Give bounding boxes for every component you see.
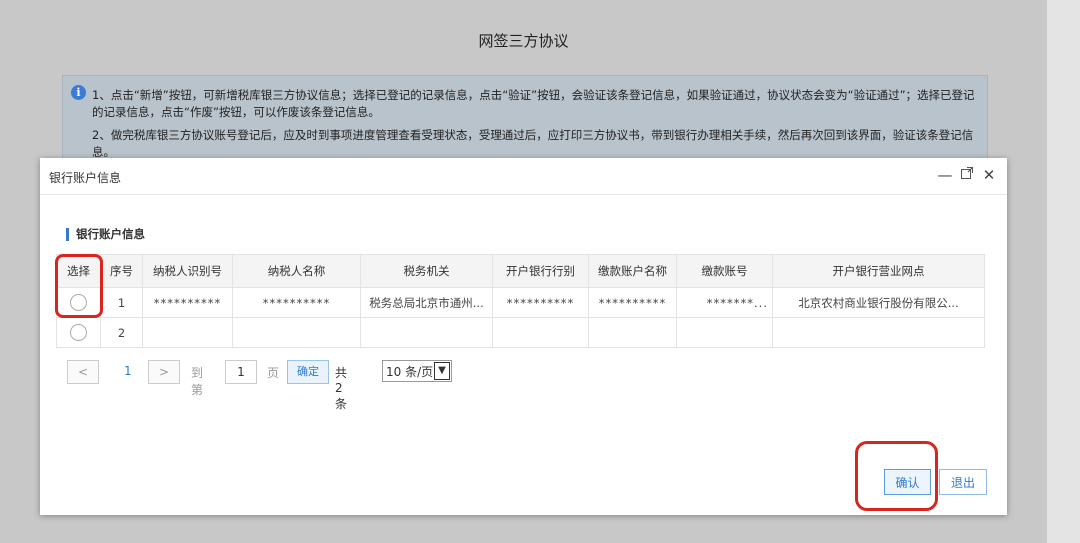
exit-button[interactable]: 退出	[939, 469, 987, 495]
close-icon[interactable]: ✕	[980, 166, 998, 184]
notice-line-1: 1、点击“新增”按钮，可新增税库银三方协议信息；选择已登记的记录信息，点击“验证…	[92, 88, 975, 119]
row-bank-branch: 北京农村商业银行股份有限公...	[772, 287, 985, 318]
dialog-header: 银行账户信息 — ✕	[40, 158, 1007, 195]
row-taxpayer-name: **********	[232, 287, 361, 318]
col-tax-authority: 税务机关	[360, 254, 493, 288]
dialog-title: 银行账户信息	[49, 171, 122, 185]
col-bank-type: 开户银行行别	[492, 254, 589, 288]
row-radio[interactable]	[70, 294, 87, 311]
col-taxpayer-id: 纳税人识别号	[142, 254, 233, 288]
confirm-button[interactable]: 确认	[884, 469, 931, 495]
prev-page-button[interactable]: <	[67, 360, 99, 384]
row-account-no: *******...	[676, 287, 773, 318]
row-account-name: **********	[588, 287, 677, 318]
col-account-name: 缴款账户名称	[588, 254, 677, 288]
col-taxpayer-name: 纳税人名称	[232, 254, 361, 288]
col-account-no: 缴款账号	[676, 254, 773, 288]
page-unit-label: 页	[267, 366, 280, 380]
section-title: 银行账户信息	[66, 228, 145, 241]
next-page-button[interactable]: >	[148, 360, 180, 384]
col-select: 选择	[56, 254, 101, 288]
row-radio[interactable]	[70, 324, 87, 341]
minimize-icon[interactable]: —	[936, 166, 954, 184]
current-page-link[interactable]: 1	[124, 364, 132, 378]
row-taxpayer-name	[232, 317, 361, 348]
col-bank-branch: 开户银行营业网点	[772, 254, 985, 288]
row-tax-authority	[360, 317, 493, 348]
row-tax-authority: 税务总局北京市通州...	[360, 287, 493, 318]
row-account-name	[588, 317, 677, 348]
row-index: 1	[100, 287, 143, 318]
col-index: 序号	[100, 254, 143, 288]
row-bank-type: **********	[492, 287, 589, 318]
maximize-icon[interactable]	[958, 166, 976, 184]
page-size-select[interactable]: 10 条/页 ▼	[382, 360, 452, 382]
row-index: 2	[100, 317, 143, 348]
page-size-value: 10 条/页	[386, 365, 434, 379]
row-bank-type	[492, 317, 589, 348]
bank-account-dialog: 银行账户信息 — ✕ 银行账户信息 选择 序号 纳税人识别号 纳税人名称 税务机…	[40, 158, 1007, 515]
row-select-cell[interactable]	[56, 317, 101, 348]
notice-line-2: 2、做完税库银三方协议账号登记后，应及时到事项进度管理查看受理状态，受理通过后，…	[92, 128, 974, 159]
table-header-row: 选择 序号 纳税人识别号 纳税人名称 税务机关 开户银行行别 缴款账户名称 缴款…	[56, 254, 985, 288]
row-select-cell[interactable]	[56, 287, 101, 318]
notice-panel: i 1、点击“新增”按钮，可新增税库银三方协议信息；选择已登记的记录信息，点击“…	[62, 75, 988, 165]
chevron-down-icon[interactable]: ▼	[434, 362, 450, 380]
goto-label: 到第	[191, 366, 204, 397]
page-input[interactable]: 1	[225, 360, 257, 384]
row-account-no	[676, 317, 773, 348]
page-title: 网签三方协议	[478, 32, 569, 50]
row-taxpayer-id: **********	[142, 287, 233, 318]
row-taxpayer-id	[142, 317, 233, 348]
table-row[interactable]: 1 ********** ********** 税务总局北京市通州... ***…	[56, 287, 985, 318]
goto-confirm-button[interactable]: 确定	[287, 360, 329, 384]
page-right-strip	[1047, 0, 1080, 543]
table-row[interactable]: 2	[56, 317, 985, 348]
row-bank-branch	[772, 317, 985, 348]
bank-account-table: 选择 序号 纳税人识别号 纳税人名称 税务机关 开户银行行别 缴款账户名称 缴款…	[56, 254, 985, 348]
total-count: 共 2 条	[335, 366, 348, 411]
info-icon: i	[71, 85, 86, 100]
